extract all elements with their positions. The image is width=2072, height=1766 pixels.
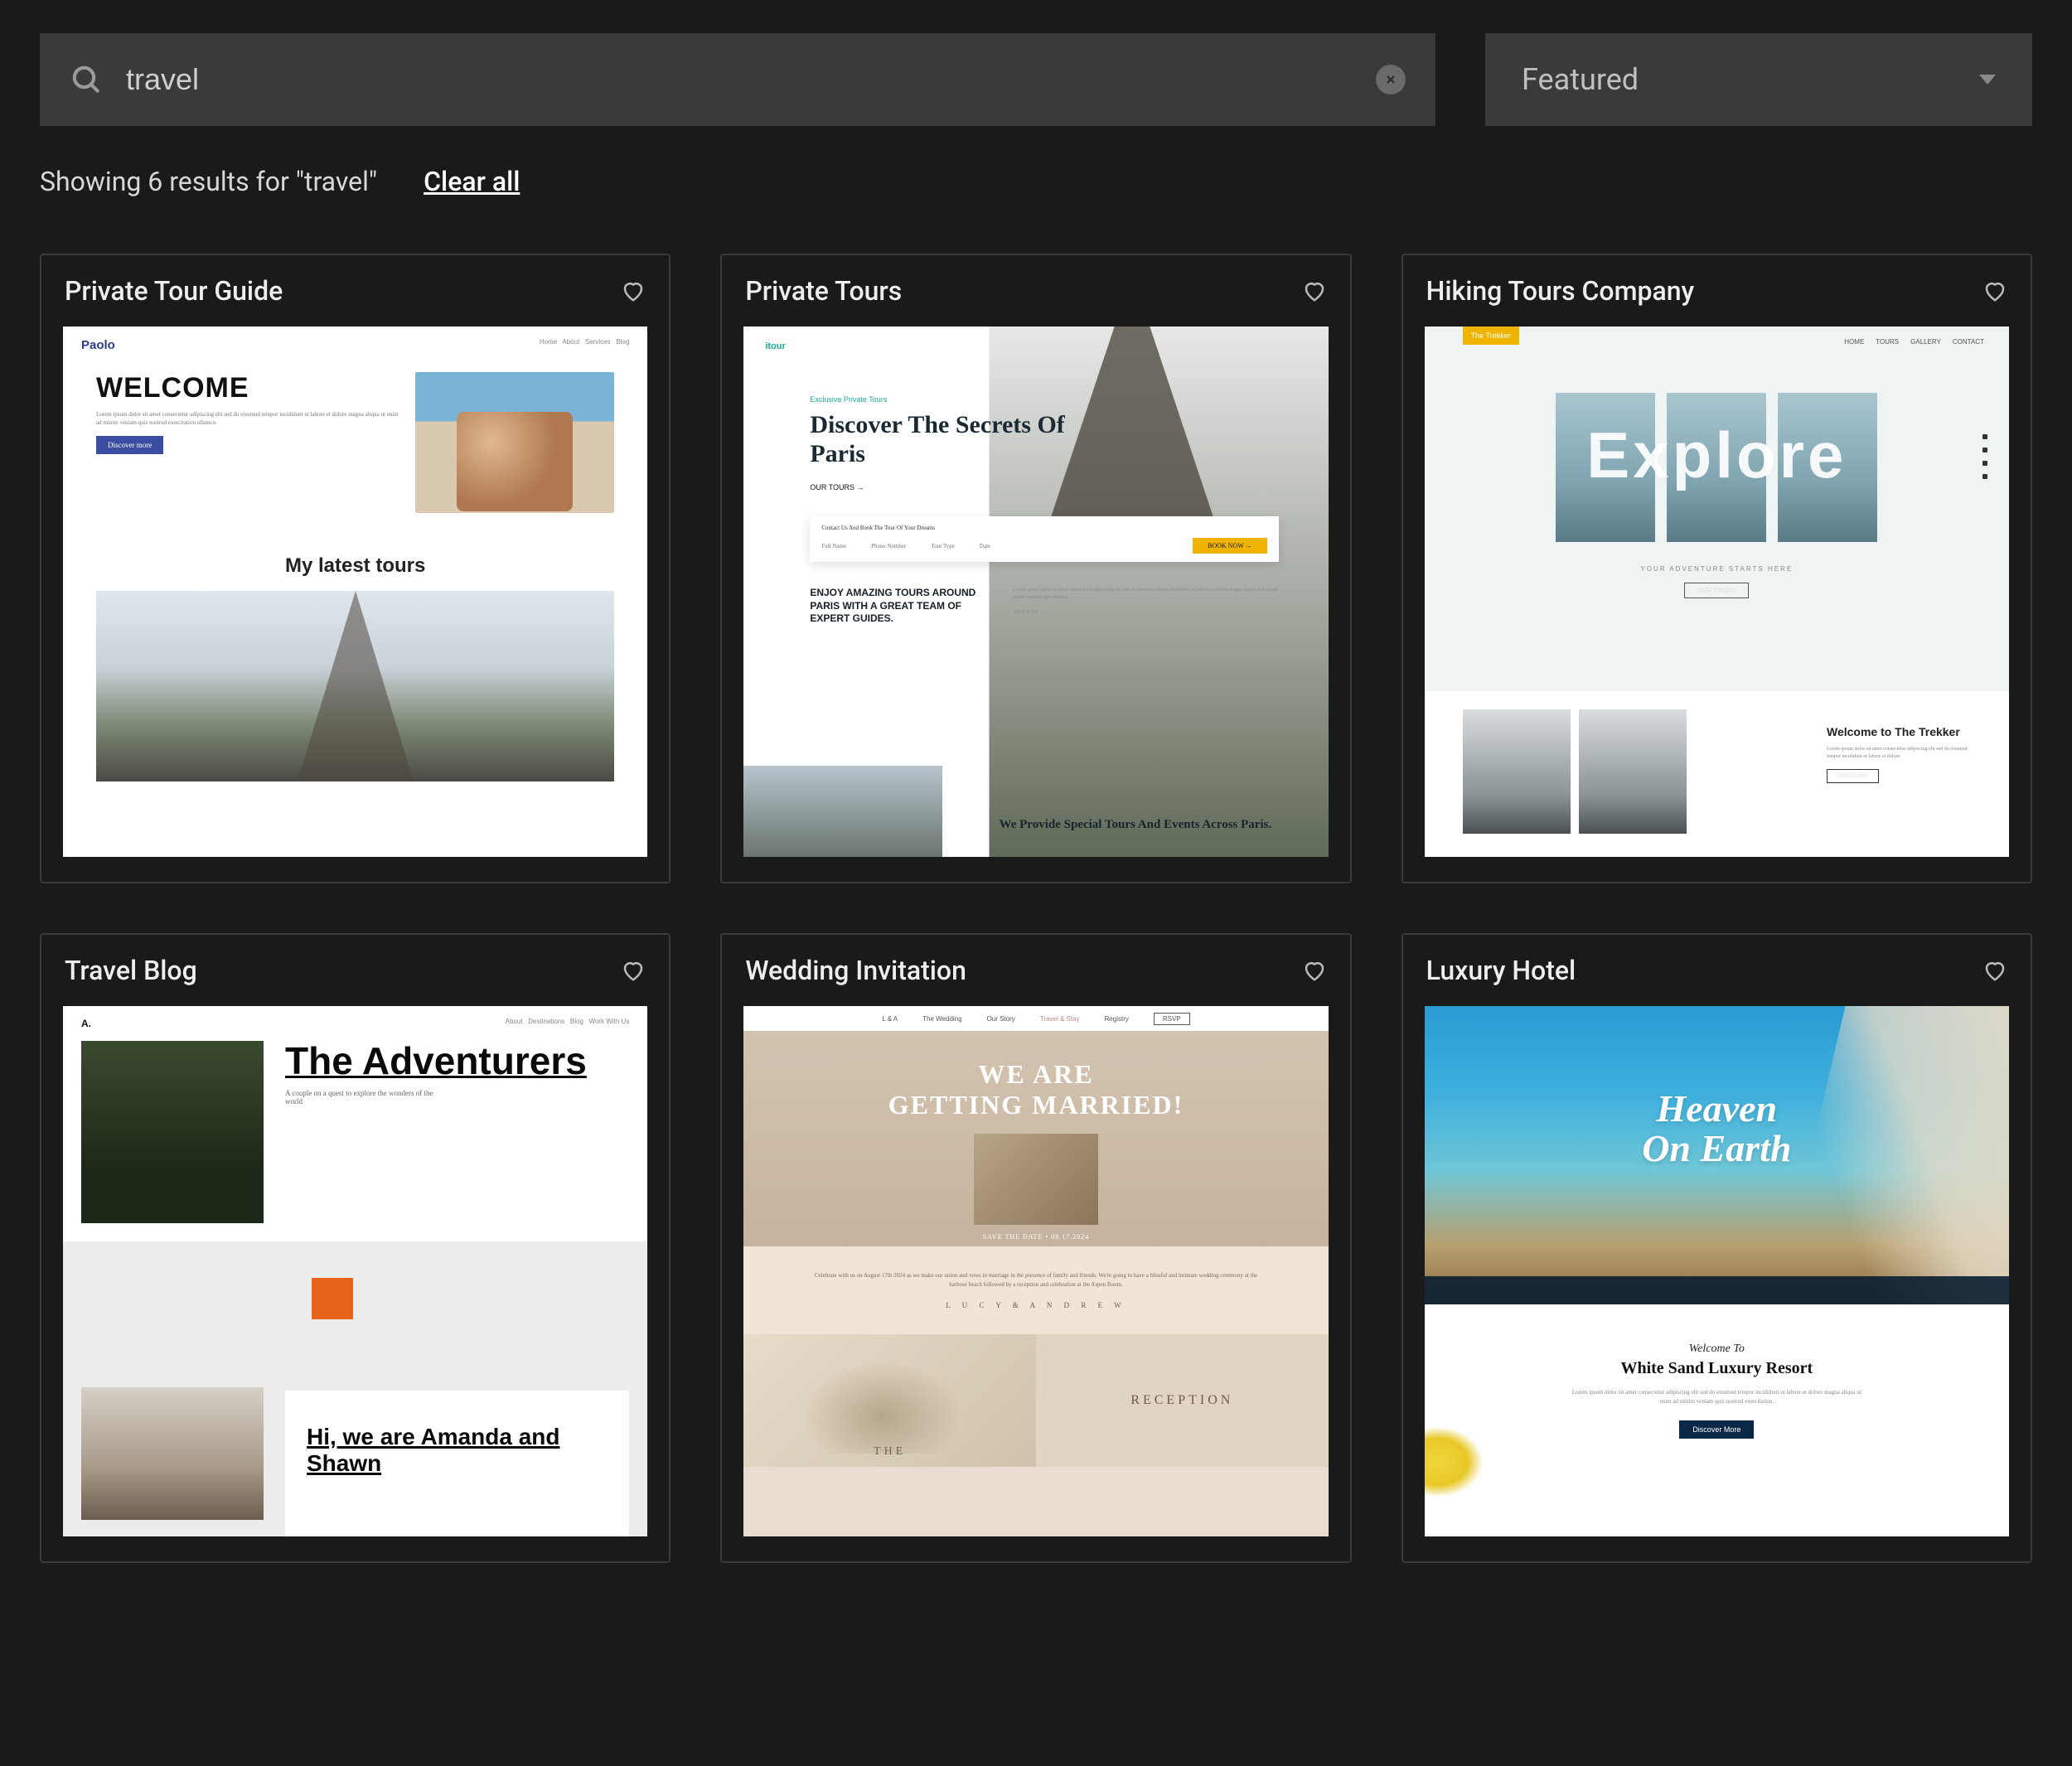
preview-image — [1463, 709, 1571, 834]
favorite-button[interactable] — [1302, 958, 1327, 983]
preview-accent-square — [312, 1278, 353, 1319]
template-title: Private Tours — [745, 275, 902, 307]
clear-search-button[interactable] — [1376, 65, 1406, 94]
search-icon — [70, 63, 103, 96]
preview-headline: Explore — [1425, 418, 2009, 493]
preview-badge: The Trekker — [1463, 327, 1519, 345]
clear-all-link[interactable]: Clear all — [424, 166, 520, 197]
preview-eyebrow: Exclusive Private Tours — [810, 395, 887, 404]
preview-button: OUR TOURS — [1684, 583, 1749, 598]
template-card[interactable]: Hiking Tours Company PRO The Trekker HOM… — [1402, 254, 2032, 883]
favorite-button[interactable] — [621, 278, 646, 303]
preview-nav: HOMETOURSGALLERYCONTACT — [1844, 338, 1984, 346]
preview-image — [415, 372, 614, 513]
template-title: Hiking Tours Company — [1426, 275, 1695, 307]
template-thumbnail: PRO The Trekker HOMETOURSGALLERYCONTACT … — [1425, 327, 2009, 857]
preview-reception: RECEPTION — [1130, 1393, 1233, 1408]
preview-link: OUR TOURS → — [810, 483, 1065, 491]
preview-brand: Paolo — [81, 338, 115, 352]
preview-nav: About Destinations Blog Work With Us — [506, 1018, 630, 1029]
preview-form-button: BOOK NOW → — [1193, 538, 1267, 554]
preview-image — [96, 591, 614, 781]
preview-date: L U C Y & A N D R E W — [810, 1301, 1261, 1309]
preview-welcome: Welcome To — [1689, 1343, 1745, 1355]
heart-icon — [1982, 958, 2007, 983]
template-thumbnail: PRO itour Exclusive Private Tours Discov… — [743, 327, 1328, 857]
template-card[interactable]: Private Tour Guide Paolo Home About Servi… — [40, 254, 670, 883]
preview-resort-name: White Sand Luxury Resort — [1441, 1359, 1992, 1378]
template-thumbnail: PRO L & AThe WeddingOur StoryTravel & St… — [743, 1006, 1328, 1536]
heart-icon — [1302, 278, 1327, 303]
preview-tagline: YOUR ADVENTURE STARTS HERE — [1425, 565, 2009, 573]
preview-leaf-decoration — [1425, 1420, 1491, 1503]
preview-sub: A couple on a quest to explore the wonde… — [285, 1089, 451, 1106]
template-title: Private Tour Guide — [65, 275, 283, 307]
template-title: Luxury Hotel — [1426, 955, 1576, 986]
template-card[interactable]: Travel Blog A. About Destinations Blog Wo… — [40, 933, 670, 1563]
preview-image — [1579, 709, 1687, 834]
preview-nav: L & AThe WeddingOur StoryTravel & StayRe… — [743, 1006, 1328, 1031]
preview-button: Discover More — [1679, 1420, 1754, 1439]
preview-headline: WELCOME — [96, 372, 399, 404]
template-title: Wedding Invitation — [745, 955, 966, 986]
close-icon — [1384, 73, 1397, 86]
preview-form-label: Contact Us And Book The Tour Of Your Dre… — [821, 525, 1266, 531]
heart-icon — [621, 958, 646, 983]
preview-headline: WE AREGETTING MARRIED! — [743, 1059, 1328, 1120]
preview-lorem: Celebrate with us on August 17th 2024 as… — [810, 1271, 1261, 1289]
template-thumbnail: PRO HeavenOn Earth Welcome To White Sand… — [1425, 1006, 2009, 1536]
preview-subhead: My latest tours — [63, 554, 647, 578]
preview-subtitle: SAVE THE DATE • 08.17.2024 — [743, 1233, 1328, 1241]
preview-image: THE — [743, 1334, 1036, 1467]
preview-low-title: Welcome to The Trekker — [1827, 724, 1976, 739]
heart-icon — [1982, 278, 2007, 303]
preview-headline: Discover The Secrets Of Paris — [810, 411, 1065, 468]
template-card[interactable]: Luxury Hotel PRO HeavenOn Earth Welcome … — [1402, 933, 2032, 1563]
favorite-button[interactable] — [1302, 278, 1327, 303]
preview-nav: Home About Services Blog — [540, 338, 630, 352]
preview-band-title: Hi, we are Amanda and Shawn — [307, 1424, 608, 1477]
preview-lorem: Lorem ipsum dolor sit amet consectetur a… — [1827, 746, 1976, 761]
preview-image — [81, 1387, 264, 1520]
template-thumbnail: A. About Destinations Blog Work With Us T… — [63, 1006, 647, 1536]
preview-social-icons — [1982, 434, 1987, 479]
search-box[interactable] — [40, 33, 1435, 126]
results-count-text: Showing 6 results for "travel" — [40, 166, 377, 197]
template-card[interactable]: Private Tours PRO itour Exclusive Privat… — [720, 254, 1351, 883]
preview-lorem: Lorem ipsum dolor sit amet consectetur a… — [1013, 587, 1279, 626]
preview-button: Discover more — [96, 436, 163, 454]
preview-image — [81, 1041, 264, 1223]
preview-headline: HeavenOn Earth — [1425, 1006, 2009, 1169]
preview-hero-image: HeavenOn Earth — [1425, 1006, 2009, 1304]
template-card[interactable]: Wedding Invitation PRO L & AThe WeddingO… — [720, 933, 1351, 1563]
preview-foot-headline: We Provide Special Tours And Events Acro… — [942, 818, 1329, 832]
heart-icon — [1302, 958, 1327, 983]
favorite-button[interactable] — [1982, 278, 2007, 303]
heart-icon — [621, 278, 646, 303]
preview-button: DISCOVER — [1827, 769, 1879, 783]
preview-lorem: Lorem ipsum dolor sit amet consectetur a… — [1567, 1388, 1866, 1406]
search-input[interactable] — [126, 62, 1376, 97]
preview-image — [743, 766, 942, 857]
sort-dropdown[interactable]: Featured — [1485, 33, 2032, 126]
template-thumbnail: Paolo Home About Services Blog WELCOME Lo… — [63, 327, 647, 857]
chevron-down-icon — [1979, 75, 1996, 85]
template-title: Travel Blog — [65, 955, 197, 986]
preview-lower-headline: ENJOY AMAZING TOURS AROUND PARIS WITH A … — [810, 587, 988, 626]
favorite-button[interactable] — [621, 958, 646, 983]
favorite-button[interactable] — [1982, 958, 2007, 983]
preview-the: THE — [743, 1445, 1036, 1459]
preview-lorem: Lorem ipsum dolor sit amet consectetur a… — [96, 411, 399, 428]
sort-selected-label: Featured — [1522, 62, 1639, 97]
preview-headline: The Adventurers — [285, 1041, 587, 1081]
preview-image — [974, 1134, 1098, 1225]
preview-brand: A. — [81, 1018, 91, 1029]
preview-brand: itour — [743, 327, 1328, 366]
